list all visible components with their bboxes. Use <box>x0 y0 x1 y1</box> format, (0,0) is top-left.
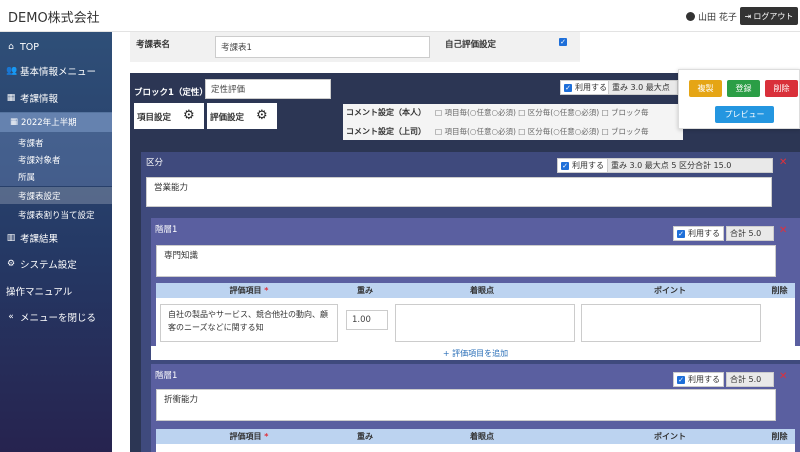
col-point: ポイント <box>654 432 686 441</box>
sidebar-item-system-settings[interactable]: ⚙ システム設定 <box>0 254 112 274</box>
comment-boss-options[interactable]: □ 項目毎(○任意○必須) □ 区分毎(○任意○必須) □ ブロック毎 <box>435 126 649 137</box>
sidebar-sub-sheet-assignment[interactable]: 考課表割り当て設定 <box>0 206 112 223</box>
sidebar-item-top[interactable]: ⌂ TOP <box>0 36 112 58</box>
sidebar-item-manual[interactable]: 操作マニュアル <box>0 281 112 301</box>
user-name: 山田 花子 <box>698 13 737 23</box>
eval-item-input[interactable]: 自社の製品やサービス、競合他社の動向、顧客のニーズなどに関する知 <box>160 304 338 342</box>
copy-button[interactable]: 複製 <box>689 80 722 97</box>
item-settings-label: 項目設定 <box>137 113 172 123</box>
comment-self-options[interactable]: □ 項目毎(○任意○必須) □ 区分毎(○任意○必須) □ ブロック毎 <box>435 107 649 118</box>
layer-title: 階層1 <box>155 371 178 381</box>
block-weight: 重み 3.0 最大点 <box>608 80 678 95</box>
self-eval-checkbox[interactable]: ✓ <box>559 38 567 46</box>
preview-button[interactable]: プレビュー <box>715 106 774 123</box>
layer-title: 階層1 <box>155 225 178 235</box>
action-panel: 複製 登録 削除 プレビュー <box>678 69 800 129</box>
table-icon: ▦ <box>6 93 16 103</box>
home-icon: ⌂ <box>8 42 14 52</box>
layer-panel-2: 階層1 ✓ 利用する 合計 5.0 ✕ 折衝能力 評価項目 * 重み 着眼点 ポ… <box>151 364 800 452</box>
layer-total: 合計 5.0 <box>726 226 774 241</box>
eval-settings-gear[interactable]: ⚙ <box>247 103 277 129</box>
gear-icon: ⚙ <box>256 108 268 123</box>
sidebar-item-basic-info[interactable]: 👥 基本情報メニュー <box>0 60 112 82</box>
section-weight: 重み 3.0 最大点 5 区分合計 15.0 <box>607 158 773 173</box>
sidebar-item-results[interactable]: ▥ 考課結果 <box>0 228 112 248</box>
comment-settings: コメント設定（本人） コメント設定（上司） □ 項目毎(○任意○必須) □ 区分… <box>343 104 683 140</box>
eval-settings-label: 評価設定 <box>210 113 245 123</box>
layer-total: 合計 5.0 <box>726 372 774 387</box>
table-header: 評価項目 * 重み 着眼点 ポイント 削除 <box>156 429 795 444</box>
col-focus-point: 着眼点 <box>470 286 494 295</box>
col-weight: 重み <box>357 432 373 441</box>
sheet-name-label: 考課表名 <box>136 40 171 50</box>
comment-boss-label: コメント設定（上司） <box>346 127 426 136</box>
sidebar: ⌂ TOP 👥 基本情報メニュー ▦ 考課情報 ▦ 2022年上半期 考課者 考… <box>0 32 112 452</box>
eval-table: 評価項目 * 重み 着眼点 ポイント 削除 <box>156 429 795 452</box>
layer-remove-icon[interactable]: ✕ <box>779 225 787 236</box>
logout-icon: ⇥ <box>744 11 752 21</box>
table-header: 評価項目 * 重み 着眼点 ポイント 削除 <box>156 283 795 298</box>
focus-point-input[interactable] <box>395 304 575 342</box>
sheet-name-input[interactable]: 考課表1 <box>215 36 430 58</box>
sheet-header-form: 考課表名 考課表1 自己評価設定 ✓ <box>130 32 580 62</box>
layer-use-checkbox[interactable]: ✓ <box>677 229 685 238</box>
eval-table: 評価項目 * 重み 着眼点 ポイント 削除 自社の製品やサービス、競合他社の動向… <box>156 283 795 346</box>
col-eval-item: 評価項目 * <box>229 432 269 441</box>
layer-remove-icon[interactable]: ✕ <box>779 371 787 382</box>
gear-icon: ⚙ <box>183 108 195 123</box>
sidebar-sub-evaluatees[interactable]: 考課対象者 <box>0 152 112 168</box>
table-icon: ▦ <box>10 117 19 127</box>
section-remove-icon[interactable]: ✕ <box>779 157 787 168</box>
top-bar: DEMO株式会社 山田 花子 ⇥ ログアウト <box>0 0 800 32</box>
layer-panel-1: 階層1 ✓ 利用する 合計 5.0 ✕ 専門知識 評価項目 * 重み 着眼点 ポ… <box>151 218 800 360</box>
section-use-checkbox[interactable]: ✓ <box>561 161 569 170</box>
self-eval-label: 自己評価設定 <box>445 40 497 50</box>
term-label[interactable]: ▦ 2022年上半期 <box>0 112 112 132</box>
col-eval-item: 評価項目 * <box>229 286 269 295</box>
block-title: ブロック1（定性） <box>134 88 208 98</box>
layer-use-checkbox[interactable]: ✓ <box>677 375 685 384</box>
sidebar-item-close-menu[interactable]: « メニューを閉じる <box>0 307 112 327</box>
item-settings-gear[interactable]: ⚙ <box>174 103 204 129</box>
users-icon: 👥 <box>6 66 18 76</box>
user-menu[interactable]: 山田 花子 <box>686 10 737 23</box>
col-delete: 削除 <box>771 286 788 295</box>
col-point: ポイント <box>654 286 686 295</box>
chart-icon: ▥ <box>6 233 16 243</box>
layer-name-input[interactable]: 折衝能力 <box>156 389 776 421</box>
block-name-input[interactable]: 定性評価 <box>205 79 331 99</box>
company-name[interactable]: DEMO株式会社 <box>8 7 100 26</box>
sidebar-sub-sheet-settings[interactable]: 考課表設定 <box>0 187 112 204</box>
gear-icon: ⚙ <box>6 259 16 269</box>
delete-button[interactable]: 削除 <box>765 80 798 97</box>
comment-self-label: コメント設定（本人） <box>346 108 426 117</box>
logout-button[interactable]: ⇥ ログアウト <box>740 7 798 25</box>
section-name-input[interactable]: 営業能力 <box>146 177 772 207</box>
col-delete: 削除 <box>771 432 788 441</box>
sidebar-sub-departments[interactable]: 所属 <box>0 169 112 185</box>
layer-use-toggle[interactable]: ✓ 利用する <box>673 226 724 241</box>
col-weight: 重み <box>357 286 373 295</box>
sidebar-sub-evaluators[interactable]: 考課者 <box>0 135 112 151</box>
section-title: 区分 <box>146 158 164 168</box>
col-focus-point: 着眼点 <box>470 432 494 441</box>
block-use-toggle[interactable]: ✓ 利用する <box>560 80 611 95</box>
add-eval-item-button[interactable]: + 評価項目を追加 <box>151 346 800 360</box>
weight-input[interactable]: 1.00 <box>346 310 388 330</box>
user-icon <box>686 12 695 21</box>
layer-use-toggle[interactable]: ✓ 利用する <box>673 372 724 387</box>
register-button[interactable]: 登録 <box>727 80 760 97</box>
double-chevron-left-icon: « <box>8 312 14 322</box>
block-use-checkbox[interactable]: ✓ <box>564 83 572 92</box>
section-use-toggle[interactable]: ✓ 利用する <box>557 158 608 173</box>
point-input[interactable] <box>581 304 761 342</box>
sidebar-item-evaluation-info[interactable]: ▦ 考課情報 <box>0 87 112 109</box>
layer-name-input[interactable]: 専門知識 <box>156 245 776 277</box>
